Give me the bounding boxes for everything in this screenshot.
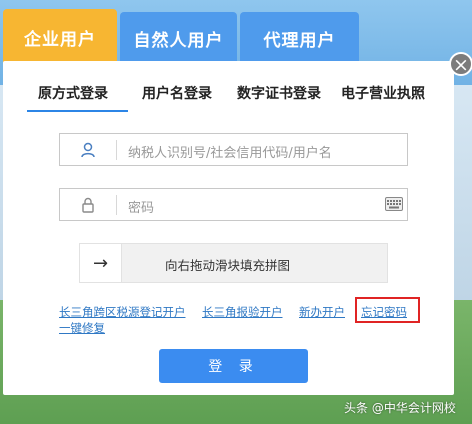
user-icon (81, 142, 95, 158)
slider-handle[interactable]: → (80, 244, 122, 282)
link-one-click-repair[interactable]: 一键修复 (59, 320, 105, 336)
close-icon: × (453, 54, 469, 76)
tab-individual-user[interactable]: 自然人用户 (120, 12, 237, 64)
watermark: 头条 @中华会计网校 (344, 401, 456, 415)
subtab-e-license[interactable]: 电子营业执照 (341, 83, 425, 103)
captcha-slider[interactable]: → 向右拖动滑块填充拼图 (79, 243, 388, 283)
input-divider (116, 140, 117, 160)
lock-icon (82, 197, 94, 213)
link-yangtze-cross-region-registration[interactable]: 长三角跨区税源登记开户 (59, 304, 186, 320)
input-divider (116, 195, 117, 215)
login-button[interactable]: 登 录 (159, 349, 308, 383)
link-yangtze-check-account[interactable]: 长三角报验开户 (202, 304, 283, 320)
highlight-annotation-box (355, 297, 420, 323)
taxpayer-id-placeholder: 纳税人识别号/社会信用代码/用户名 (128, 146, 332, 161)
active-subtab-indicator (27, 110, 128, 112)
slider-instruction: 向右拖动滑块填充拼图 (165, 258, 291, 273)
arrow-right-icon: → (92, 252, 109, 274)
subtab-username-login[interactable]: 用户名登录 (142, 83, 212, 103)
subtab-original-login[interactable]: 原方式登录 (38, 83, 108, 103)
close-button[interactable]: × (449, 52, 472, 76)
subtab-certificate-login[interactable]: 数字证书登录 (237, 83, 321, 103)
taxpayer-id-input[interactable]: 纳税人识别号/社会信用代码/用户名 (59, 133, 408, 166)
link-new-account[interactable]: 新办开户 (299, 304, 345, 320)
keyboard-icon[interactable] (385, 197, 403, 211)
password-placeholder: 密码 (128, 201, 155, 216)
tab-agent-user[interactable]: 代理用户 (240, 12, 359, 64)
password-input[interactable]: 密码 (59, 188, 408, 221)
tab-enterprise-user[interactable]: 企业用户 (3, 9, 117, 65)
